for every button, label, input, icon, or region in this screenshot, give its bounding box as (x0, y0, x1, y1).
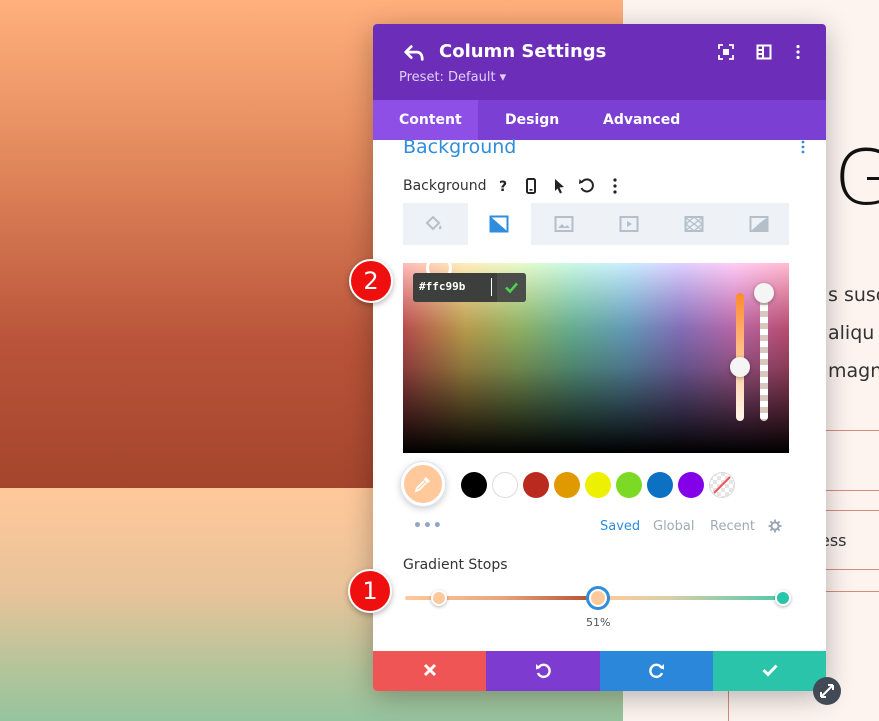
tab-content[interactable]: Content (373, 100, 478, 140)
background-type-mask[interactable] (728, 203, 791, 245)
gradient-stop-position: 51% (586, 616, 611, 629)
section-title[interactable]: Background (403, 136, 516, 158)
video-icon (619, 216, 639, 232)
background-type-video[interactable] (598, 203, 661, 245)
reset-icon[interactable] (577, 176, 597, 196)
hex-input-box: #ffc99b (413, 273, 526, 302)
eyedropper-icon (414, 477, 430, 493)
cancel-button[interactable] (373, 651, 486, 691)
gradient-stop-active[interactable] (585, 586, 610, 610)
background-label: Background (403, 178, 487, 194)
color-swatch-blue[interactable] (647, 472, 673, 498)
eyedropper-current-color[interactable] (401, 462, 445, 506)
tab-advanced[interactable]: Advanced (603, 100, 680, 140)
background-type-gradient[interactable] (468, 203, 531, 245)
hex-color-input[interactable]: #ffc99b (419, 280, 465, 293)
color-tab-saved[interactable]: Saved (600, 519, 640, 534)
background-type-color[interactable] (403, 203, 466, 245)
section-menu-icon[interactable] (800, 140, 806, 154)
back-arrow-icon[interactable] (403, 42, 425, 64)
hover-cursor-icon[interactable] (549, 176, 569, 196)
hex-confirm-button[interactable] (497, 273, 526, 302)
gear-icon[interactable] (768, 519, 782, 533)
gradient-stops-label: Gradient Stops (403, 557, 508, 573)
background-type-image[interactable] (533, 203, 596, 245)
more-options-icon[interactable] (605, 176, 625, 196)
split-view-icon[interactable] (756, 44, 772, 60)
redo-icon (649, 663, 664, 679)
close-icon (423, 663, 437, 677)
opacity-slider-handle[interactable] (754, 283, 774, 303)
more-colors-icon[interactable]: ••• (413, 518, 443, 534)
color-swatch-black[interactable] (461, 472, 487, 498)
color-swatch-yellow[interactable] (585, 472, 611, 498)
page-text-line: aliqu (828, 322, 875, 344)
save-button[interactable] (713, 651, 826, 691)
undo-icon (536, 663, 551, 679)
mask-icon (749, 216, 769, 232)
background-type-pattern[interactable] (663, 203, 726, 245)
gradient-icon (489, 215, 509, 233)
image-icon (554, 216, 574, 232)
panel-footer (373, 651, 826, 691)
preset-dropdown[interactable]: Preset: Default ▾ (399, 70, 506, 85)
text-caret (491, 278, 492, 296)
help-icon[interactable]: ? (493, 176, 513, 196)
color-tab-global[interactable]: Global (653, 519, 694, 534)
pattern-icon (684, 216, 704, 232)
svg-text:?: ? (499, 179, 507, 195)
hue-slider-handle[interactable] (730, 357, 750, 377)
color-swatch-orange[interactable] (554, 472, 580, 498)
fullscreen-icon[interactable] (718, 44, 734, 60)
callout-badge-1: 1 (348, 569, 392, 613)
panel-title: Column Settings (439, 41, 607, 62)
resize-handle[interactable] (813, 677, 841, 705)
gradient-stop[interactable] (775, 590, 791, 606)
tab-design[interactable]: Design (505, 100, 559, 140)
undo-button[interactable] (486, 651, 600, 691)
color-picker-area[interactable]: #ffc99b (403, 263, 789, 453)
color-swatch-white[interactable] (492, 472, 518, 498)
background-type-tabs (403, 203, 789, 245)
mobile-icon[interactable] (521, 176, 541, 196)
paint-bucket-icon (425, 215, 442, 231)
more-options-icon[interactable] (790, 44, 806, 60)
column-settings-panel: Column Settings Preset: Default ▾ Conten… (373, 24, 826, 691)
opacity-slider[interactable] (760, 293, 768, 421)
page-heading: G (834, 133, 879, 222)
color-swatch-transparent[interactable] (709, 472, 735, 498)
callout-badge-2: 2 (349, 259, 393, 303)
gradient-stop[interactable] (431, 590, 448, 606)
panel-header: Column Settings Preset: Default ▾ (373, 24, 826, 100)
redo-button[interactable] (600, 651, 713, 691)
check-icon (505, 282, 518, 293)
color-swatch-purple[interactable] (678, 472, 704, 498)
check-icon (762, 664, 778, 677)
color-tab-recent[interactable]: Recent (710, 519, 755, 534)
no-color-icon (713, 476, 731, 494)
settings-tabs: Content Design Advanced (373, 100, 826, 140)
page-text-line: magn (828, 360, 879, 382)
color-swatch-red[interactable] (523, 472, 549, 498)
resize-icon (820, 684, 834, 698)
page-text-line: s susc (828, 284, 879, 306)
color-swatch-green[interactable] (616, 472, 642, 498)
